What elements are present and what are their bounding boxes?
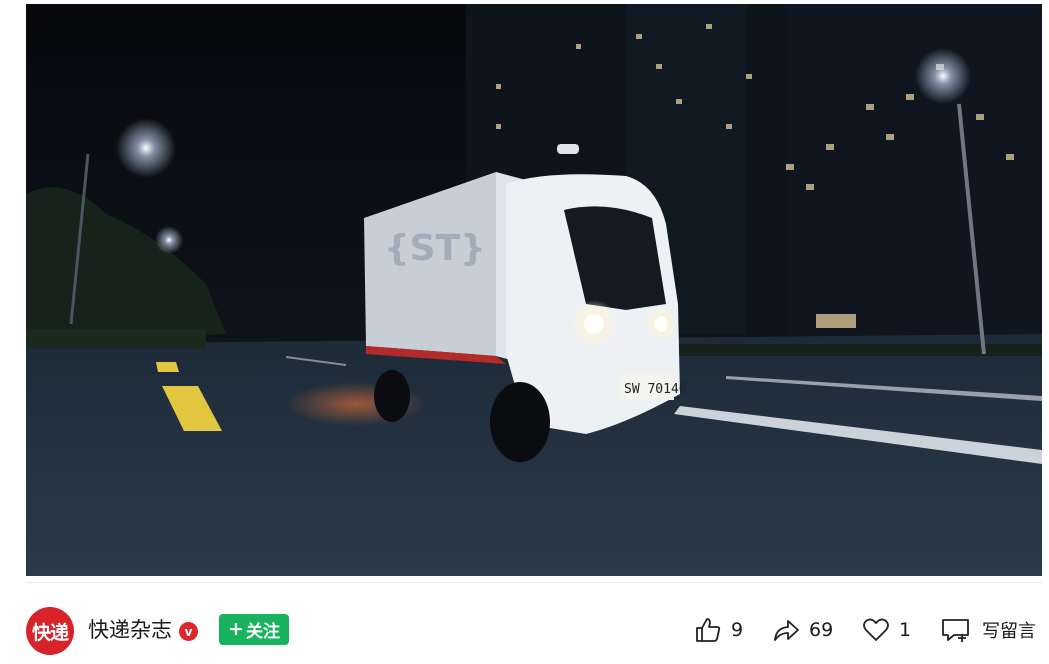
comment-icon — [942, 619, 969, 642]
heart-count: 1 — [899, 619, 912, 641]
article-photo[interactable]: SW 70146 {ST} — [26, 4, 1042, 576]
night-street-delivery-vehicle-image: SW 70146 {ST} — [26, 4, 1042, 576]
plus-icon: + — [228, 618, 244, 640]
heart-icon — [863, 618, 889, 641]
comment-label: 写留言 — [982, 621, 1036, 642]
verified-badge-icon: v — [179, 622, 198, 641]
share-count: 69 — [809, 619, 834, 641]
follow-button-label: 关注 — [245, 622, 280, 642]
article-footer-bar: 快递 快递杂志 v + 关注 9 69 1 写留言 — [0, 582, 1049, 664]
account-name[interactable]: 快递杂志 — [88, 617, 172, 643]
follow-button[interactable]: + 关注 — [219, 614, 289, 645]
account-avatar[interactable]: 快递 — [26, 607, 74, 655]
thumbs-up-icon — [696, 618, 721, 642]
heart-button[interactable]: 1 — [861, 615, 911, 645]
like-button[interactable]: 9 — [693, 615, 743, 645]
share-button[interactable]: 69 — [771, 615, 833, 645]
avatar-text: 快递 — [31, 621, 69, 644]
divider — [26, 582, 1042, 583]
like-count: 9 — [731, 619, 744, 641]
share-arrow-icon — [774, 620, 799, 641]
license-plate-text: SW 70146 — [624, 382, 687, 397]
comment-button[interactable]: 写留言 — [940, 615, 1036, 645]
svg-text:{ST}: {ST} — [384, 228, 486, 269]
